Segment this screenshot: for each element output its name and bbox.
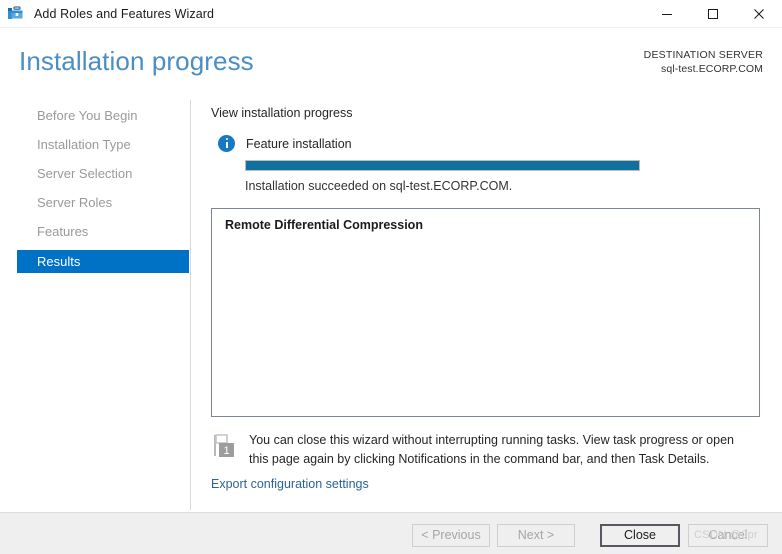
- progress-caption: Installation succeeded on sql-test.ECORP…: [245, 179, 513, 193]
- wizard-navigation: Before You Begin Installation Type Serve…: [0, 98, 191, 512]
- close-button[interactable]: Close: [600, 524, 680, 547]
- notice-block: 1 You can close this wizard without inte…: [211, 431, 760, 470]
- previous-button[interactable]: < Previous: [412, 524, 490, 547]
- installation-results-list[interactable]: Remote Differential Compression: [211, 208, 760, 417]
- notice-badge-count: 1: [223, 445, 229, 457]
- window-controls: [644, 0, 782, 27]
- toolbox-icon: [7, 5, 27, 23]
- progress-bar-fill: [246, 161, 639, 170]
- minimize-icon: [662, 13, 672, 15]
- main-content: View installation progress Feature insta…: [190, 98, 782, 512]
- notice-text: You can close this wizard without interr…: [249, 433, 734, 467]
- destination-server-label: DESTINATION SERVER: [643, 49, 763, 61]
- sidebar-item-before-you-begin[interactable]: Before You Begin: [17, 104, 189, 127]
- sidebar-item-server-roles[interactable]: Server Roles: [17, 191, 189, 214]
- status-title: Feature installation: [246, 136, 352, 151]
- export-configuration-settings-link[interactable]: Export configuration settings: [211, 477, 369, 491]
- minimize-button[interactable]: [644, 0, 690, 27]
- status-row: Feature installation: [218, 135, 352, 152]
- sidebar-item-results[interactable]: Results: [17, 250, 189, 273]
- page-title: Installation progress: [19, 46, 254, 76]
- info-icon: [218, 135, 235, 152]
- wizard-body: Before You Begin Installation Type Serve…: [0, 98, 782, 512]
- add-roles-features-wizard-window: Add Roles and Features Wizard Installati…: [0, 0, 782, 554]
- close-window-button[interactable]: [736, 0, 782, 27]
- sidebar-item-features[interactable]: Features: [17, 220, 189, 243]
- wizard-footer: < Previous Next > Close Cancel: [0, 512, 782, 554]
- notification-flag-icon: 1: [211, 432, 241, 462]
- next-button[interactable]: Next >: [497, 524, 575, 547]
- title-bar: Add Roles and Features Wizard: [0, 0, 782, 28]
- sidebar-item-server-selection[interactable]: Server Selection: [17, 162, 189, 185]
- sidebar-item-installation-type[interactable]: Installation Type: [17, 133, 189, 156]
- destination-server-name: sql-test.ECORP.COM: [661, 63, 763, 76]
- installation-progress-bar: [245, 160, 640, 171]
- page-header: Installation progress DESTINATION SERVER…: [0, 28, 782, 98]
- cancel-button[interactable]: Cancel: [688, 524, 768, 547]
- destination-server-block: DESTINATION SERVER sql-test.ECORP.COM: [644, 48, 763, 77]
- section-label: View installation progress: [211, 106, 353, 120]
- list-item: Remote Differential Compression: [225, 218, 423, 232]
- maximize-button[interactable]: [690, 0, 736, 27]
- window-title: Add Roles and Features Wizard: [34, 6, 215, 21]
- maximize-icon: [708, 8, 718, 19]
- close-icon: [754, 8, 764, 19]
